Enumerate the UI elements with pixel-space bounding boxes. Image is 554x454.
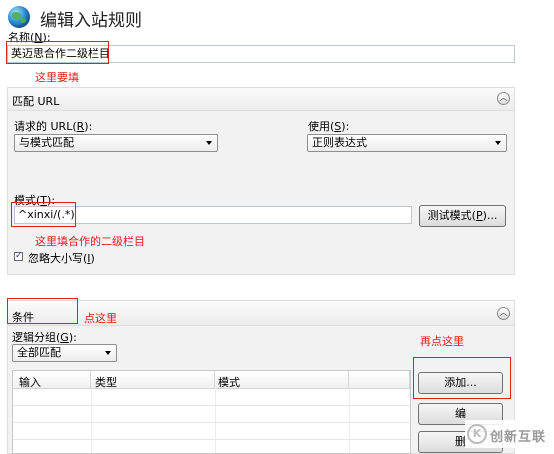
chevron-down-icon <box>206 141 212 145</box>
pattern-highlight-box <box>11 202 76 227</box>
requested-url-select[interactable]: 与模式匹配 <box>14 134 218 152</box>
conditions-table[interactable]: 输入 类型 模式 <box>12 370 411 454</box>
add-annotation: 再点这里 <box>420 335 464 348</box>
match-url-header[interactable]: 匹配 URL ︿ <box>8 88 514 111</box>
name-annotation: 这里要填 <box>35 71 79 84</box>
ignore-case-checkbox[interactable]: ✓ <box>14 252 23 261</box>
chevron-down-icon <box>495 141 501 145</box>
match-url-header-label: 匹配 URL <box>12 95 60 108</box>
logical-group-select[interactable]: 全部匹配 <box>12 344 117 362</box>
page-title: 编辑入站规则 <box>40 11 142 31</box>
using-select[interactable]: 正则表达式 <box>307 134 507 152</box>
ignore-case-label[interactable]: 忽略大小写(I) <box>28 250 95 266</box>
globe-icon <box>8 6 30 28</box>
column-header-input[interactable]: 输入 <box>19 374 41 390</box>
collapse-conditions-icon[interactable]: ︿ <box>497 307 510 320</box>
test-pattern-button[interactable]: 测试模式(P)... <box>419 205 506 227</box>
conditions-annotation: 点这里 <box>84 312 117 325</box>
pattern-annotation: 这里填合作的二级栏目 <box>35 235 145 248</box>
column-header-pattern[interactable]: 模式 <box>218 374 240 390</box>
name-highlight-box <box>6 41 109 64</box>
conditions-table-header: 输入 类型 模式 <box>13 371 410 389</box>
logical-group-label: 逻辑分组(G): <box>12 331 77 344</box>
add-highlight-box <box>413 357 511 399</box>
conditions-highlight-box <box>7 298 78 324</box>
requested-url-label: 请求的 URL(R): <box>14 120 93 133</box>
watermark: K 创新互联 <box>465 420 554 448</box>
using-label: 使用(S): <box>308 120 350 133</box>
chevron-down-icon <box>105 351 111 355</box>
collapse-match-url-icon[interactable]: ︿ <box>497 92 510 105</box>
watermark-text: 创新互联 <box>490 430 547 445</box>
column-header-type[interactable]: 类型 <box>95 374 117 390</box>
brand-logo-icon: K <box>467 424 487 444</box>
